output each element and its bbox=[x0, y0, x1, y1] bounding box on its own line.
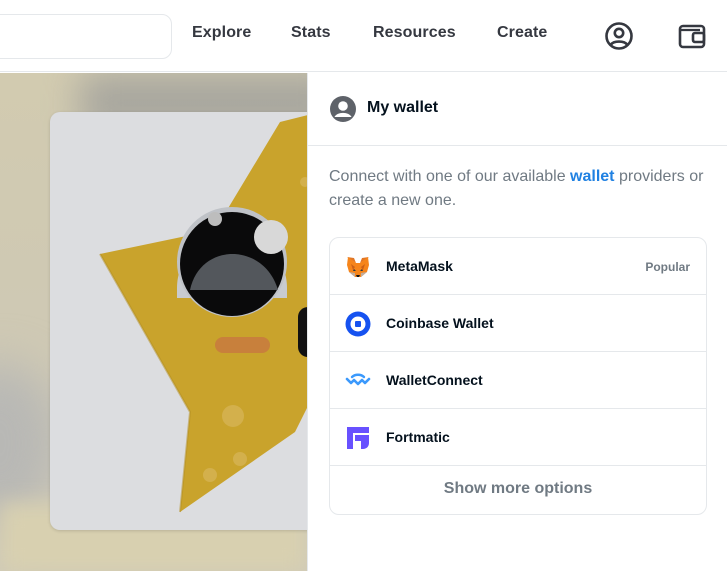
wallet-provider-list: MetaMask Popular Coinbase Wallet WalletC… bbox=[329, 237, 707, 515]
wallet-option-metamask[interactable]: MetaMask Popular bbox=[330, 238, 706, 295]
metamask-icon bbox=[345, 254, 371, 280]
wallet-panel-header: My wallet bbox=[308, 73, 727, 146]
star-character-image bbox=[99, 112, 350, 513]
wallet-name: MetaMask bbox=[386, 258, 453, 274]
nft-artwork-card[interactable] bbox=[50, 112, 350, 530]
top-nav: Explore Stats Resources Create bbox=[0, 0, 727, 72]
panel-title: My wallet bbox=[367, 99, 439, 116]
wallet-name: WalletConnect bbox=[386, 372, 483, 388]
nav-create[interactable]: Create bbox=[497, 24, 547, 42]
wallet-option-coinbase[interactable]: Coinbase Wallet bbox=[330, 295, 706, 352]
popular-badge: Popular bbox=[645, 260, 690, 274]
coinbase-icon bbox=[345, 311, 371, 337]
search-input[interactable] bbox=[0, 14, 172, 59]
nav-resources[interactable]: Resources bbox=[373, 24, 456, 42]
wallet-info-link[interactable]: wallet bbox=[570, 168, 614, 185]
fortmatic-icon bbox=[345, 425, 371, 451]
wallet-intro-text: Connect with one of our available wallet… bbox=[329, 165, 709, 213]
wallet-option-fortmatic[interactable]: Fortmatic bbox=[330, 409, 706, 466]
walletconnect-icon bbox=[345, 368, 371, 394]
nav-explore[interactable]: Explore bbox=[192, 24, 251, 42]
wallet-name: Coinbase Wallet bbox=[386, 315, 494, 331]
nav-stats[interactable]: Stats bbox=[291, 24, 331, 42]
user-avatar-icon bbox=[329, 95, 357, 123]
wallet-panel: My wallet Connect with one of our availa… bbox=[307, 73, 727, 571]
show-more-options-button[interactable]: Show more options bbox=[330, 466, 706, 514]
intro-prefix: Connect with one of our available bbox=[329, 168, 571, 185]
wallet-icon[interactable] bbox=[676, 20, 708, 52]
wallet-option-walletconnect[interactable]: WalletConnect bbox=[330, 352, 706, 409]
account-icon[interactable] bbox=[603, 20, 635, 52]
wallet-name: Fortmatic bbox=[386, 429, 450, 445]
